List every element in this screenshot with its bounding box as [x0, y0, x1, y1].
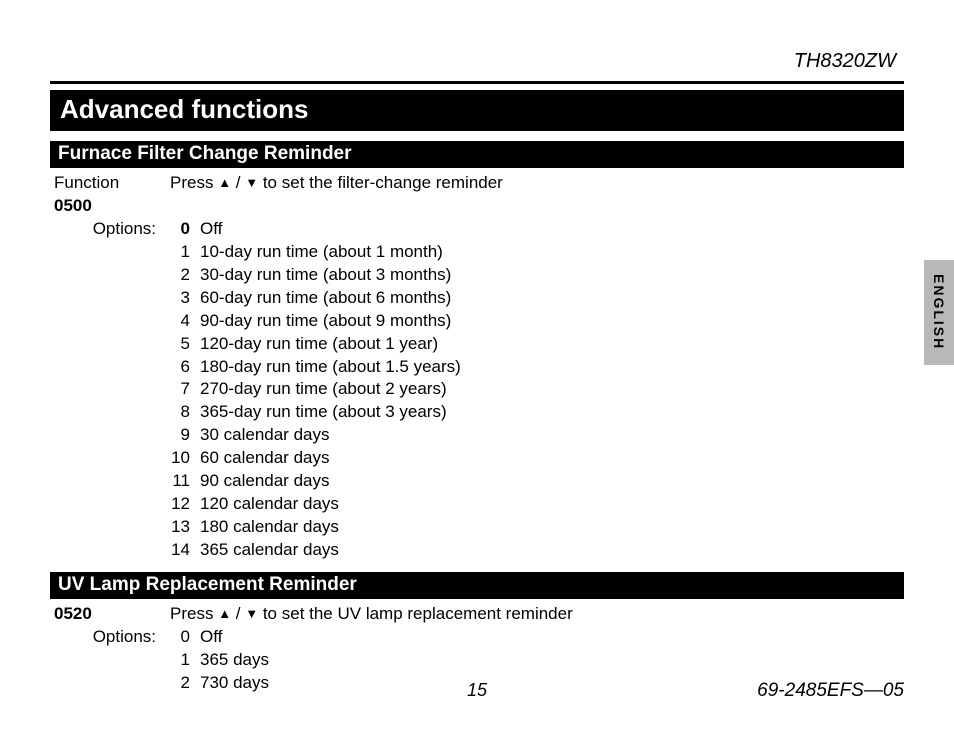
option-row: 14365 calendar days: [170, 539, 904, 562]
instruction-text: Press ▲ / ▼ to set the filter-change rem…: [170, 172, 904, 218]
page-number: 15: [467, 680, 487, 701]
option-row: 1060 calendar days: [170, 447, 904, 470]
option-row: 1365 days: [170, 649, 904, 672]
option-row: 360-day run time (about 6 months): [170, 287, 904, 310]
option-row: 8365-day run time (about 3 years): [170, 401, 904, 424]
page-title: Advanced functions: [50, 90, 904, 131]
triangle-down-icon: ▼: [245, 605, 258, 623]
section-heading-filter: Furnace Filter Change Reminder: [50, 141, 904, 168]
option-row: 7270-day run time (about 2 years): [170, 378, 904, 401]
option-row: 0Off: [170, 626, 904, 649]
triangle-down-icon: ▼: [245, 174, 258, 192]
option-row: 13180 calendar days: [170, 516, 904, 539]
options-label: Options:: [50, 218, 170, 562]
function-block-0500: Function 0500 Press ▲ / ▼ to set the fil…: [50, 172, 904, 562]
option-row: 110-day run time (about 1 month): [170, 241, 904, 264]
section-heading-uvlamp: UV Lamp Replacement Reminder: [50, 572, 904, 599]
language-label: ENGLISH: [931, 274, 947, 350]
option-row: 490-day run time (about 9 months): [170, 310, 904, 333]
option-row: 1190 calendar days: [170, 470, 904, 493]
language-tab: ENGLISH: [924, 260, 954, 365]
option-row: 230-day run time (about 3 months): [170, 264, 904, 287]
instruction-text: Press ▲ / ▼ to set the UV lamp replaceme…: [170, 603, 904, 626]
header-rule: [50, 81, 904, 84]
option-row: 5120-day run time (about 1 year): [170, 333, 904, 356]
function-label: Function: [54, 172, 170, 195]
model-number: TH8320ZW: [50, 50, 904, 73]
option-row: 930 calendar days: [170, 424, 904, 447]
triangle-up-icon: ▲: [218, 174, 231, 192]
option-row: 0Off: [170, 218, 904, 241]
document-number: 69-2485EFS—05: [757, 680, 904, 702]
option-row: 6180-day run time (about 1.5 years): [170, 356, 904, 379]
options-list-0500: 0Off 110-day run time (about 1 month) 23…: [170, 218, 904, 562]
option-row: 12120 calendar days: [170, 493, 904, 516]
function-number: 0520: [54, 603, 170, 626]
triangle-up-icon: ▲: [218, 605, 231, 623]
function-number: 0500: [54, 195, 170, 218]
